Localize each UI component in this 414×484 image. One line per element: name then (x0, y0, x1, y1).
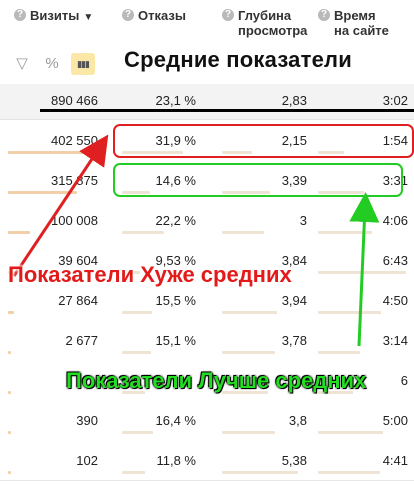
annotation-arrows (12, 134, 380, 347)
worse-label: Показатели Хуже средних (8, 262, 292, 287)
better-label: Показатели Лучше средних (66, 368, 367, 393)
better-arrow (349, 192, 380, 347)
worse-arrow (12, 134, 109, 277)
